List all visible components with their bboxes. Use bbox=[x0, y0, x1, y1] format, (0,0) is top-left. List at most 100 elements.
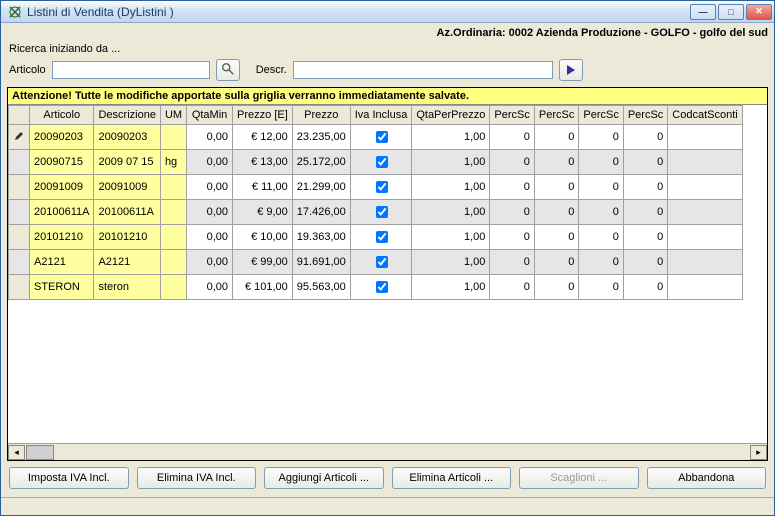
cell-percsc-4[interactable]: 0 bbox=[623, 150, 667, 175]
cell-codcatsconti[interactable] bbox=[668, 175, 742, 200]
cell-articolo[interactable]: 20100611A bbox=[30, 200, 94, 225]
cell-prezzo[interactable]: 19.363,00 bbox=[292, 225, 350, 250]
elimina-iva-button[interactable]: Elimina IVA Incl. bbox=[137, 467, 257, 489]
col-qtaperprezzo[interactable]: QtaPerPrezzo bbox=[412, 106, 490, 125]
cell-percsc-2[interactable]: 0 bbox=[534, 275, 578, 300]
cell-percsc-1[interactable]: 0 bbox=[490, 200, 534, 225]
table-row[interactable]: 20090203200902030,00€ 12,0023.235,001,00… bbox=[9, 125, 743, 150]
cell-percsc-4[interactable]: 0 bbox=[623, 125, 667, 150]
iva-checkbox[interactable] bbox=[376, 156, 388, 168]
cell-percsc-2[interactable]: 0 bbox=[534, 200, 578, 225]
horizontal-scrollbar[interactable]: ◂ ▸ bbox=[8, 443, 767, 460]
cell-percsc-1[interactable]: 0 bbox=[490, 250, 534, 275]
scroll-thumb[interactable] bbox=[26, 445, 54, 460]
cell-um[interactable] bbox=[160, 225, 186, 250]
cell-percsc-3[interactable]: 0 bbox=[579, 150, 623, 175]
cell-descrizione[interactable]: 20101210 bbox=[94, 225, 160, 250]
cell-qtamin[interactable]: 0,00 bbox=[187, 175, 233, 200]
articolo-input[interactable] bbox=[52, 61, 210, 79]
cell-percsc-4[interactable]: 0 bbox=[623, 200, 667, 225]
cell-qtaperprezzo[interactable]: 1,00 bbox=[412, 250, 490, 275]
cell-qtamin[interactable]: 0,00 bbox=[187, 125, 233, 150]
cell-um[interactable] bbox=[160, 275, 186, 300]
col-percsc-2[interactable]: PercSc bbox=[534, 106, 578, 125]
cell-prezzo[interactable]: 95.563,00 bbox=[292, 275, 350, 300]
table-row[interactable]: 200907152009 07 15hg0,00€ 13,0025.172,00… bbox=[9, 150, 743, 175]
cell-qtamin[interactable]: 0,00 bbox=[187, 200, 233, 225]
cell-um[interactable]: hg bbox=[160, 150, 186, 175]
cell-iva-inclusa[interactable] bbox=[350, 250, 412, 275]
cell-um[interactable] bbox=[160, 200, 186, 225]
cell-qtamin[interactable]: 0,00 bbox=[187, 150, 233, 175]
cell-iva-inclusa[interactable] bbox=[350, 275, 412, 300]
cell-descrizione[interactable]: 20091009 bbox=[94, 175, 160, 200]
cell-percsc-4[interactable]: 0 bbox=[623, 175, 667, 200]
cell-percsc-1[interactable]: 0 bbox=[490, 275, 534, 300]
minimize-button[interactable]: — bbox=[690, 4, 716, 20]
scroll-right-button[interactable]: ▸ bbox=[750, 445, 767, 460]
grid-body[interactable]: Articolo Descrizione UM QtaMin Prezzo [E… bbox=[8, 105, 767, 443]
cell-articolo[interactable]: 20091009 bbox=[30, 175, 94, 200]
cell-iva-inclusa[interactable] bbox=[350, 200, 412, 225]
cell-percsc-3[interactable]: 0 bbox=[579, 225, 623, 250]
iva-checkbox[interactable] bbox=[376, 231, 388, 243]
cell-prezzo[interactable]: 23.235,00 bbox=[292, 125, 350, 150]
cell-percsc-1[interactable]: 0 bbox=[490, 150, 534, 175]
table-row[interactable]: 20091009200910090,00€ 11,0021.299,001,00… bbox=[9, 175, 743, 200]
cell-iva-inclusa[interactable] bbox=[350, 225, 412, 250]
cell-percsc-4[interactable]: 0 bbox=[623, 275, 667, 300]
imposta-iva-button[interactable]: Imposta IVA Incl. bbox=[9, 467, 129, 489]
cell-descrizione[interactable]: 2009 07 15 bbox=[94, 150, 160, 175]
maximize-button[interactable]: □ bbox=[718, 4, 744, 20]
iva-checkbox[interactable] bbox=[376, 206, 388, 218]
cell-descrizione[interactable]: 20090203 bbox=[94, 125, 160, 150]
table-row[interactable]: 20101210201012100,00€ 10,0019.363,001,00… bbox=[9, 225, 743, 250]
cell-articolo[interactable]: 20090715 bbox=[30, 150, 94, 175]
search-button[interactable] bbox=[216, 59, 240, 81]
iva-checkbox[interactable] bbox=[376, 281, 388, 293]
cell-codcatsconti[interactable] bbox=[668, 275, 742, 300]
cell-percsc-1[interactable]: 0 bbox=[490, 125, 534, 150]
cell-percsc-4[interactable]: 0 bbox=[623, 225, 667, 250]
cell-codcatsconti[interactable] bbox=[668, 250, 742, 275]
col-um[interactable]: UM bbox=[160, 106, 186, 125]
cell-prezzo[interactable]: 17.426,00 bbox=[292, 200, 350, 225]
aggiungi-articoli-button[interactable]: Aggiungi Articoli ... bbox=[264, 467, 384, 489]
abbandona-button[interactable]: Abbandona bbox=[647, 467, 767, 489]
cell-prezzoe[interactable]: € 101,00 bbox=[233, 275, 293, 300]
cell-percsc-2[interactable]: 0 bbox=[534, 225, 578, 250]
col-descrizione[interactable]: Descrizione bbox=[94, 106, 160, 125]
iva-checkbox[interactable] bbox=[376, 131, 388, 143]
elimina-articoli-button[interactable]: Elimina Articoli ... bbox=[392, 467, 512, 489]
cell-qtaperprezzo[interactable]: 1,00 bbox=[412, 125, 490, 150]
cell-percsc-2[interactable]: 0 bbox=[534, 250, 578, 275]
cell-prezzo[interactable]: 25.172,00 bbox=[292, 150, 350, 175]
cell-articolo[interactable]: STERON bbox=[30, 275, 94, 300]
col-qtamin[interactable]: QtaMin bbox=[187, 106, 233, 125]
table-row[interactable]: 20100611A20100611A0,00€ 9,0017.426,001,0… bbox=[9, 200, 743, 225]
cell-iva-inclusa[interactable] bbox=[350, 175, 412, 200]
col-percsc-4[interactable]: PercSc bbox=[623, 106, 667, 125]
cell-um[interactable] bbox=[160, 125, 186, 150]
col-percsc-1[interactable]: PercSc bbox=[490, 106, 534, 125]
cell-prezzo[interactable]: 21.299,00 bbox=[292, 175, 350, 200]
cell-prezzoe[interactable]: € 13,00 bbox=[233, 150, 293, 175]
cell-articolo[interactable]: 20101210 bbox=[30, 225, 94, 250]
data-grid[interactable]: Articolo Descrizione UM QtaMin Prezzo [E… bbox=[8, 105, 743, 300]
cell-qtaperprezzo[interactable]: 1,00 bbox=[412, 275, 490, 300]
cell-um[interactable] bbox=[160, 250, 186, 275]
cell-articolo[interactable]: 20090203 bbox=[30, 125, 94, 150]
cell-percsc-3[interactable]: 0 bbox=[579, 275, 623, 300]
cell-percsc-4[interactable]: 0 bbox=[623, 250, 667, 275]
cell-percsc-1[interactable]: 0 bbox=[490, 175, 534, 200]
cell-percsc-1[interactable]: 0 bbox=[490, 225, 534, 250]
cell-descrizione[interactable]: steron bbox=[94, 275, 160, 300]
cell-codcatsconti[interactable] bbox=[668, 225, 742, 250]
table-row[interactable]: A2121A21210,00€ 99,0091.691,001,000000 bbox=[9, 250, 743, 275]
cell-percsc-2[interactable]: 0 bbox=[534, 175, 578, 200]
cell-codcatsconti[interactable] bbox=[668, 150, 742, 175]
cell-percsc-2[interactable]: 0 bbox=[534, 150, 578, 175]
cell-qtaperprezzo[interactable]: 1,00 bbox=[412, 225, 490, 250]
cell-prezzoe[interactable]: € 10,00 bbox=[233, 225, 293, 250]
cell-percsc-2[interactable]: 0 bbox=[534, 125, 578, 150]
